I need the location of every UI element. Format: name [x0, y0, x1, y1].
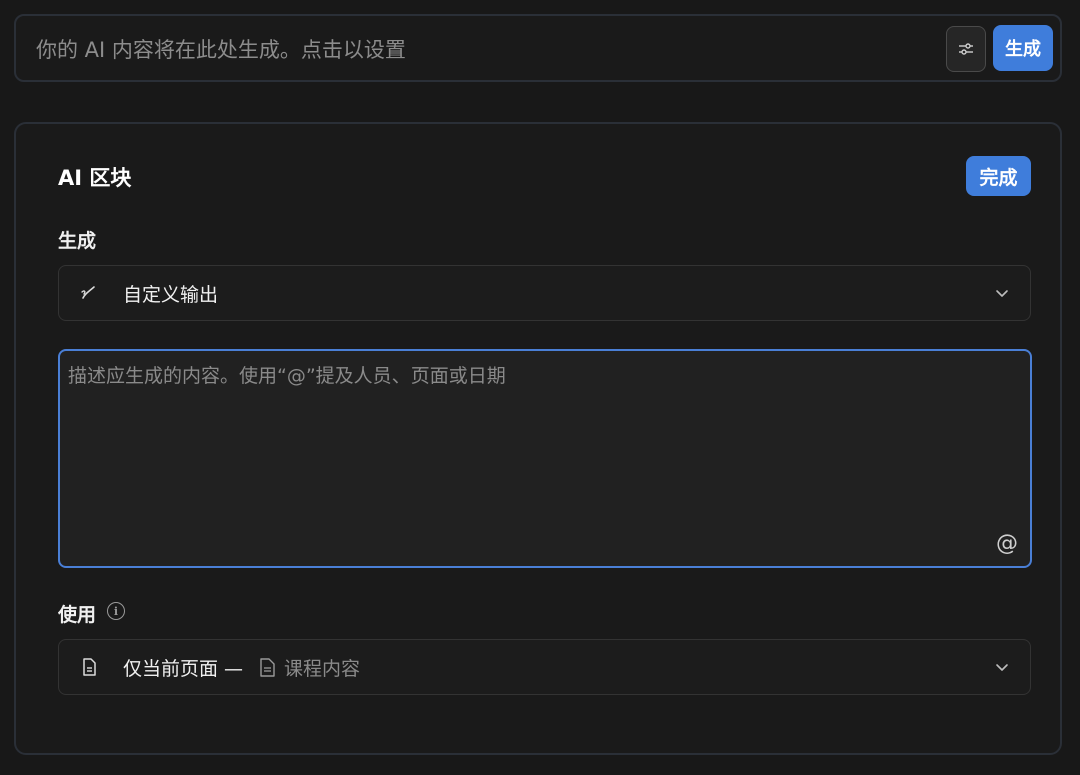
panel-title: AI 区块	[58, 166, 132, 190]
source-page-chip: 课程内容	[259, 654, 360, 681]
output-type-select[interactable]: 自定义输出	[58, 265, 1031, 321]
ai-block-settings-panel: AI 区块 完成 生成 自定义输出 描述应生成的内容。使用“@”提及人员、页面或…	[14, 122, 1062, 755]
document-icon	[83, 658, 96, 676]
done-button[interactable]: 完成	[966, 156, 1031, 196]
prompt-textarea[interactable]: 描述应生成的内容。使用“@”提及人员、页面或日期 @	[58, 349, 1032, 568]
pen-icon	[81, 286, 95, 299]
ai-block-preview-bar[interactable]: 你的 AI 内容将在此处生成。点击以设置 生成	[14, 14, 1062, 82]
source-page-title: 课程内容	[284, 658, 361, 680]
context-source-label: 仅当前页面 —	[123, 658, 244, 680]
chevron-down-icon	[996, 664, 1008, 671]
chevron-down-icon	[996, 290, 1008, 297]
generate-button[interactable]: 生成	[993, 25, 1053, 71]
use-section-label: 使用	[58, 604, 97, 626]
generate-section-label: 生成	[58, 230, 97, 252]
page-icon	[260, 658, 275, 677]
prompt-placeholder: 描述应生成的内容。使用“@”提及人员、页面或日期	[68, 365, 506, 387]
output-type-label: 自定义输出	[123, 284, 219, 306]
ai-output-placeholder[interactable]: 你的 AI 内容将在此处生成。点击以设置	[36, 34, 406, 64]
info-icon[interactable]: i	[107, 602, 125, 620]
context-source-select[interactable]: 仅当前页面 — 课程内容	[58, 639, 1031, 695]
mention-at-icon[interactable]: @	[996, 531, 1018, 556]
sliders-icon	[959, 43, 973, 55]
settings-button[interactable]	[946, 26, 986, 72]
